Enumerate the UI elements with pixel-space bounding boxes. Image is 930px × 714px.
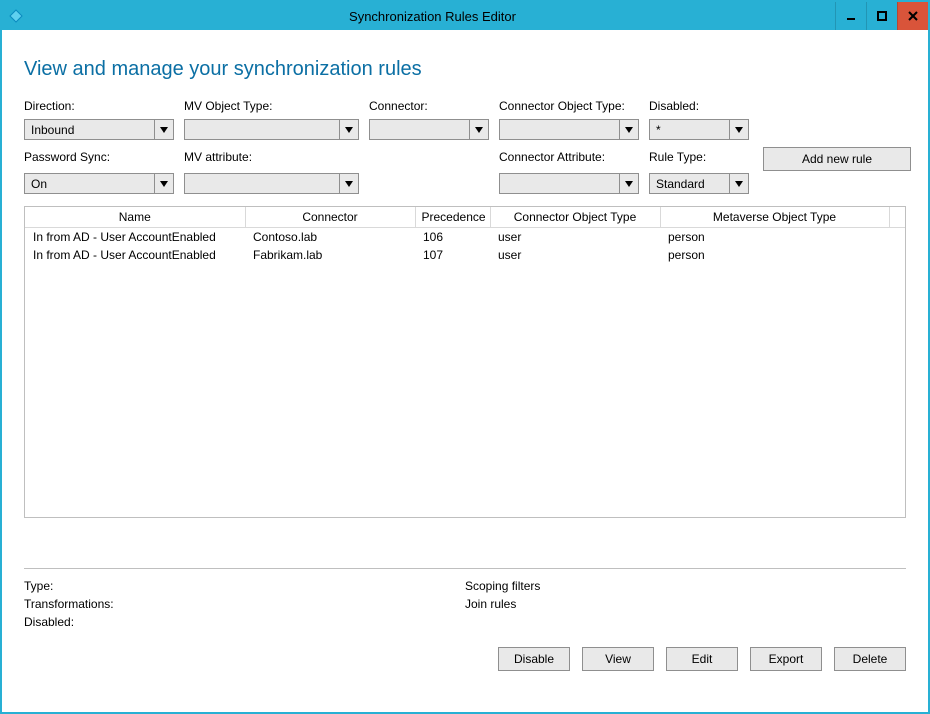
- label-rule-type: Rule Type:: [649, 150, 749, 164]
- label-mv-attribute: MV attribute:: [184, 150, 359, 164]
- detail-scoping-filters-label: Scoping filters: [465, 579, 906, 593]
- client-area: View and manage your synchronization rul…: [2, 30, 928, 712]
- col-metaverse-object-type[interactable]: Metaverse Object Type: [660, 207, 889, 228]
- cell-mot: person: [660, 246, 889, 264]
- cell-precedence: 107: [415, 246, 490, 264]
- table-row[interactable]: In from AD - User AccountEnabled Contoso…: [25, 228, 905, 247]
- table-row[interactable]: In from AD - User AccountEnabled Fabrika…: [25, 246, 905, 264]
- chevron-down-icon: [619, 120, 638, 139]
- titlebar: Synchronization Rules Editor: [2, 2, 928, 30]
- mv-attribute-dropdown[interactable]: [184, 173, 359, 194]
- chevron-down-icon: [339, 120, 358, 139]
- connector-object-type-dropdown[interactable]: [499, 119, 639, 140]
- details-panel: Type: Transformations: Disabled: Scoping…: [24, 568, 906, 629]
- chevron-down-icon: [729, 120, 748, 139]
- maximize-button[interactable]: [866, 2, 897, 30]
- app-icon: [2, 2, 30, 30]
- cell-name: In from AD - User AccountEnabled: [25, 246, 245, 264]
- detail-transformations-label: Transformations:: [24, 597, 465, 611]
- cell-connector: Contoso.lab: [245, 228, 415, 247]
- disabled-dropdown[interactable]: *: [649, 119, 749, 140]
- chevron-down-icon: [154, 120, 173, 139]
- col-connector-object-type[interactable]: Connector Object Type: [490, 207, 660, 228]
- detail-disabled-label: Disabled:: [24, 615, 465, 629]
- label-direction: Direction:: [24, 99, 174, 113]
- action-row: Disable View Edit Export Delete: [24, 647, 906, 671]
- filter-panel: Direction: MV Object Type: Connector: Co…: [24, 99, 906, 194]
- direction-dropdown[interactable]: Inbound: [24, 119, 174, 140]
- label-connector: Connector:: [369, 99, 489, 113]
- label-connector-attribute: Connector Attribute:: [499, 150, 639, 164]
- rule-type-dropdown[interactable]: Standard: [649, 173, 749, 194]
- rules-table: Name Connector Precedence Connector Obje…: [25, 207, 905, 264]
- window-title: Synchronization Rules Editor: [30, 9, 835, 24]
- col-spacer: [889, 207, 905, 228]
- add-new-rule-button[interactable]: Add new rule: [763, 147, 911, 171]
- delete-button[interactable]: Delete: [834, 647, 906, 671]
- label-connector-object-type: Connector Object Type:: [499, 99, 639, 113]
- cell-mot: person: [660, 228, 889, 247]
- direction-value: Inbound: [25, 123, 154, 137]
- table-header-row: Name Connector Precedence Connector Obje…: [25, 207, 905, 228]
- col-connector[interactable]: Connector: [245, 207, 415, 228]
- chevron-down-icon: [619, 174, 638, 193]
- cell-name: In from AD - User AccountEnabled: [25, 228, 245, 247]
- disable-button[interactable]: Disable: [498, 647, 570, 671]
- minimize-button[interactable]: [835, 2, 866, 30]
- connector-dropdown[interactable]: [369, 119, 489, 140]
- close-button[interactable]: [897, 2, 928, 30]
- label-disabled: Disabled:: [649, 99, 749, 113]
- col-name[interactable]: Name: [25, 207, 245, 228]
- disabled-value: *: [650, 123, 729, 137]
- view-button[interactable]: View: [582, 647, 654, 671]
- rule-type-value: Standard: [650, 177, 729, 191]
- col-precedence[interactable]: Precedence: [415, 207, 490, 228]
- label-mv-object-type: MV Object Type:: [184, 99, 359, 113]
- detail-join-rules-label: Join rules: [465, 597, 906, 611]
- chevron-down-icon: [154, 174, 173, 193]
- page-title: View and manage your synchronization rul…: [24, 58, 906, 81]
- password-sync-value: On: [25, 177, 154, 191]
- label-password-sync: Password Sync:: [24, 150, 174, 164]
- window-controls: [835, 2, 928, 30]
- connector-attribute-dropdown[interactable]: [499, 173, 639, 194]
- edit-button[interactable]: Edit: [666, 647, 738, 671]
- mv-object-type-dropdown[interactable]: [184, 119, 359, 140]
- detail-type-label: Type:: [24, 579, 465, 593]
- spacer: [369, 146, 489, 167]
- cell-cot: user: [490, 228, 660, 247]
- chevron-down-icon: [339, 174, 358, 193]
- chevron-down-icon: [729, 174, 748, 193]
- export-button[interactable]: Export: [750, 647, 822, 671]
- password-sync-dropdown[interactable]: On: [24, 173, 174, 194]
- cell-precedence: 106: [415, 228, 490, 247]
- cell-cot: user: [490, 246, 660, 264]
- chevron-down-icon: [469, 120, 488, 139]
- app-window: Synchronization Rules Editor View and ma…: [0, 0, 930, 714]
- spacer: [369, 173, 489, 194]
- cell-connector: Fabrikam.lab: [245, 246, 415, 264]
- rules-table-container: Name Connector Precedence Connector Obje…: [24, 206, 906, 518]
